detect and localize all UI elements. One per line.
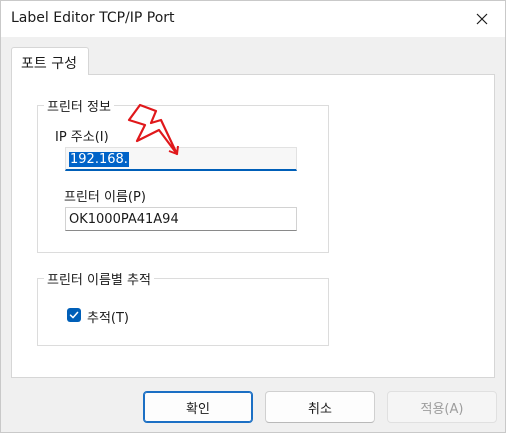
cancel-button[interactable]: 취소 [265, 391, 375, 423]
tab-port-config[interactable]: 포트 구성 [11, 47, 89, 75]
apply-button[interactable]: 적용(A) [387, 391, 497, 423]
tab-label: 포트 구성 [21, 56, 77, 72]
ok-button[interactable]: 확인 [143, 391, 253, 423]
dialog-window: Label Editor TCP/IP Port 포트 구성 프린터 정보 IP… [0, 0, 506, 433]
